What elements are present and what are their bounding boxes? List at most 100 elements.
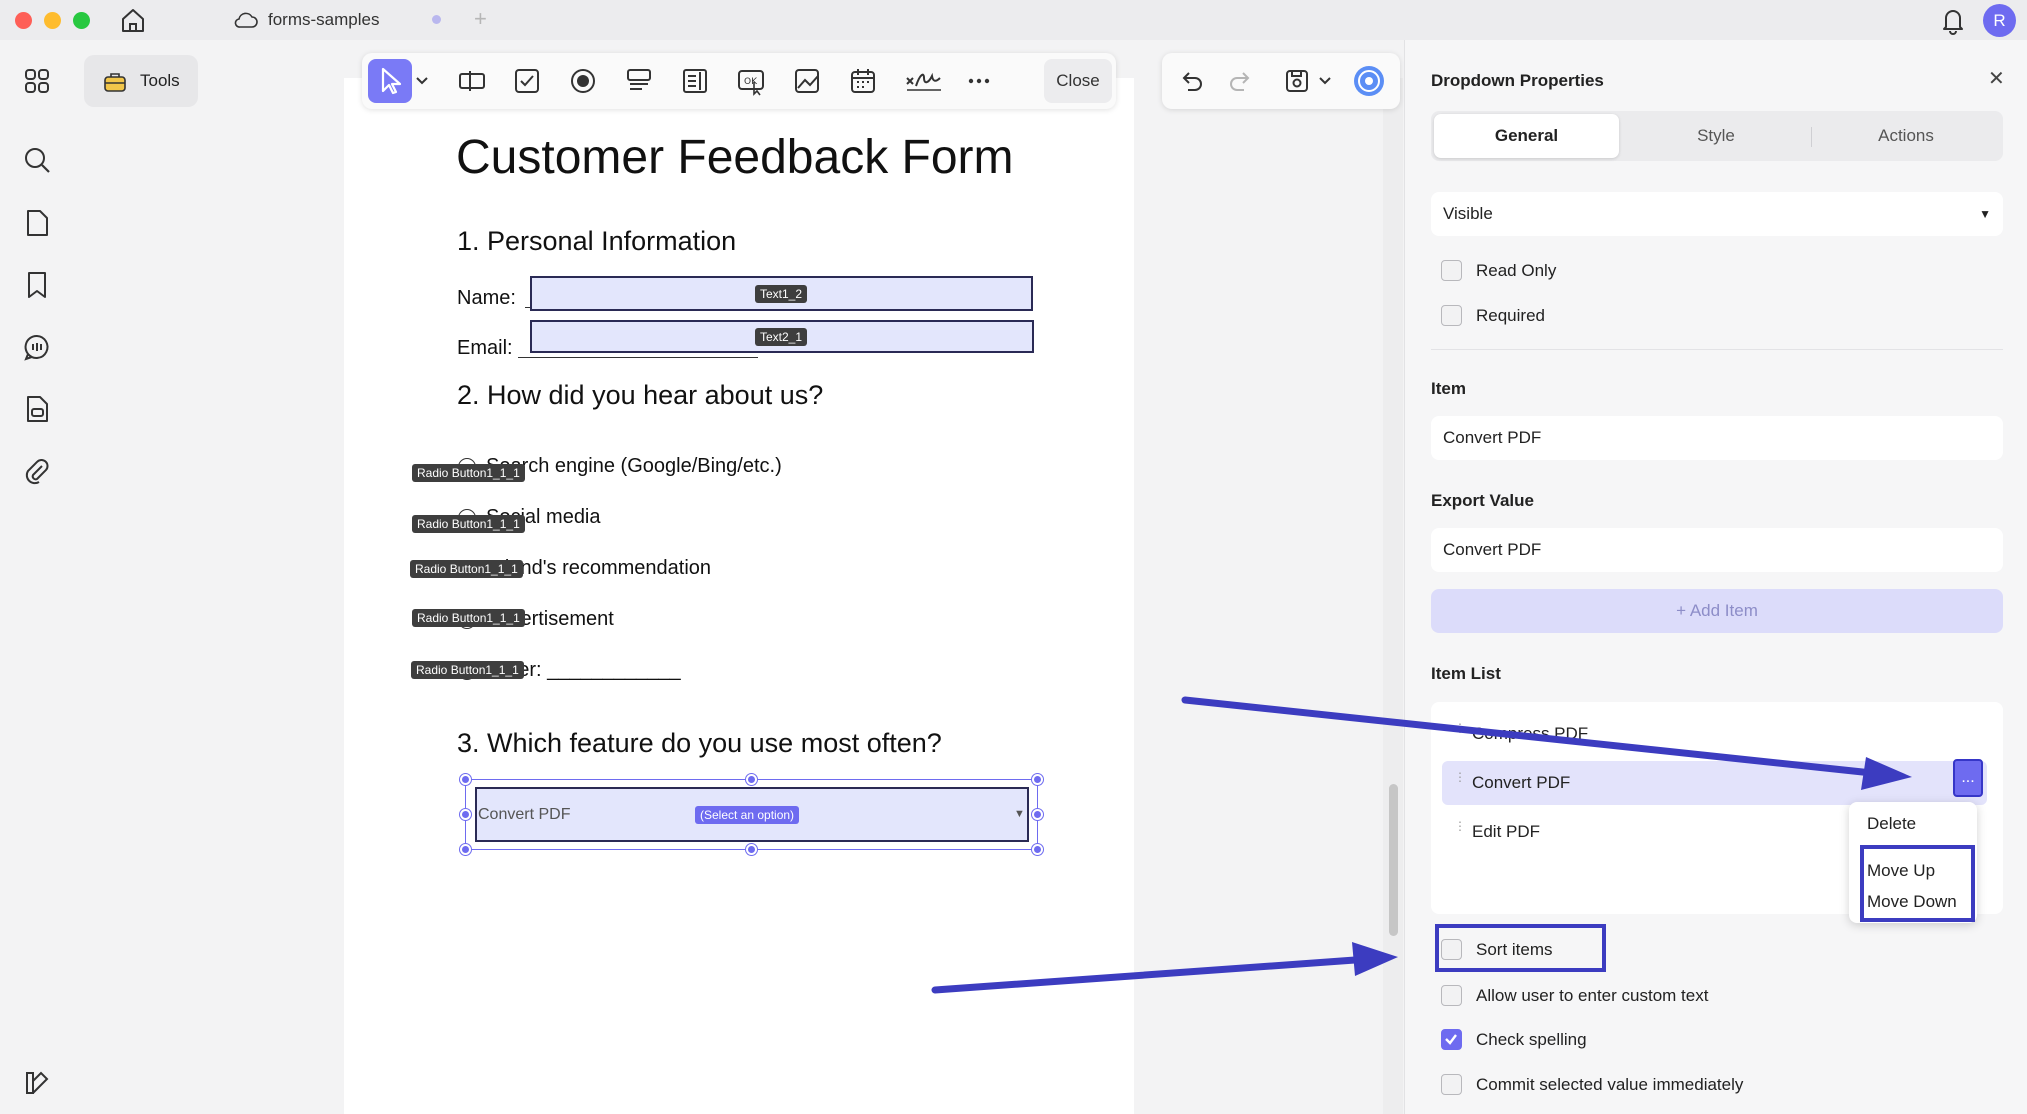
close-window-button[interactable] — [15, 12, 32, 29]
read-only-label: Read Only — [1476, 261, 1557, 280]
cloud-icon — [234, 12, 258, 28]
comment-icon[interactable] — [22, 332, 52, 362]
zoom-window-button[interactable] — [73, 12, 90, 29]
cursor-icon — [381, 67, 402, 95]
form-toolbar: OK Close — [362, 53, 1116, 109]
image-tool-icon[interactable] — [792, 66, 822, 96]
radio-option-label: Search engine (Google/Bing/etc.) — [486, 455, 782, 477]
signature-icon[interactable] — [904, 66, 944, 96]
select-caret-icon: ▼ — [1979, 207, 1991, 221]
sort-items-highlight-box — [1435, 924, 1606, 972]
drag-handle-icon[interactable]: ⋮ — [1454, 820, 1466, 832]
required-label: Required — [1476, 306, 1545, 325]
title-bar: forms-samples + R — [0, 0, 2027, 40]
menu-item-delete[interactable]: Delete — [1867, 814, 1916, 834]
radio-tool-icon[interactable] — [568, 66, 598, 96]
dropdown-field-tag: (Select an option) — [695, 806, 800, 824]
redo-icon[interactable] — [1226, 66, 1256, 96]
resize-handle[interactable] — [460, 774, 471, 785]
list-box-tool-icon[interactable] — [680, 66, 710, 96]
resize-handle[interactable] — [1032, 774, 1043, 785]
checkbox-tool-icon[interactable] — [512, 66, 542, 96]
more-icon[interactable] — [964, 66, 994, 96]
custom-text-checkbox[interactable] — [1441, 985, 1462, 1006]
radio-field-tag: Radio Button1_1_1 — [412, 464, 525, 482]
list-item[interactable]: ⋮ Compress PDF — [1442, 712, 1987, 756]
ai-assistant-icon[interactable] — [1352, 64, 1386, 98]
section-heading-feature: 3. Which feature do you use most often? — [457, 728, 942, 758]
tab-general[interactable]: General — [1434, 114, 1619, 158]
new-tab-button[interactable]: + — [474, 6, 487, 32]
resize-handle[interactable] — [460, 809, 471, 820]
list-item-label: Convert PDF — [1472, 773, 1571, 792]
vertical-scrollbar[interactable] — [1389, 784, 1398, 936]
svg-text:OK: OK — [744, 77, 758, 87]
check-spelling-label: Check spelling — [1476, 1030, 1587, 1049]
search-icon[interactable] — [22, 145, 52, 175]
email-underline — [518, 357, 758, 358]
drag-handle-icon[interactable]: ⋮ — [1454, 722, 1466, 734]
list-item-label: Edit PDF — [1472, 822, 1541, 841]
dropdown-caret-icon: ▼ — [1014, 808, 1025, 820]
left-sidebar — [0, 40, 74, 1114]
dropdown-tool-icon[interactable] — [624, 66, 654, 96]
drag-handle-icon[interactable]: ⋮ — [1454, 771, 1466, 783]
scroll-track — [1383, 78, 1403, 1114]
sidebar-toggle-icon[interactable] — [23, 1069, 51, 1097]
form-page-icon[interactable] — [22, 394, 52, 424]
commit-immediately-checkbox[interactable] — [1441, 1074, 1462, 1095]
save-icon[interactable] — [1282, 66, 1312, 96]
document-tab[interactable]: forms-samples — [234, 0, 379, 40]
add-item-button[interactable]: + Add Item — [1431, 589, 2003, 633]
calendar-icon[interactable] — [848, 66, 878, 96]
resize-handle[interactable] — [1032, 809, 1043, 820]
home-icon[interactable] — [118, 6, 148, 34]
visibility-select[interactable]: Visible ▼ — [1431, 192, 2003, 236]
page-icon[interactable] — [22, 208, 52, 238]
button-tool-icon[interactable]: OK — [736, 66, 766, 96]
chevron-down-icon[interactable] — [1317, 66, 1333, 96]
radio-field-tag: Radio Button1_1_1 — [410, 560, 523, 578]
list-item-selected[interactable]: ⋮ Convert PDF — [1442, 761, 1987, 805]
close-panel-icon[interactable]: ✕ — [1988, 66, 2005, 91]
resize-handle[interactable] — [460, 844, 471, 855]
name-field-tag: Text1_2 — [755, 285, 808, 303]
resize-handle[interactable] — [746, 774, 757, 785]
export-value-label: Export Value — [1431, 491, 1534, 510]
required-checkbox[interactable] — [1441, 305, 1462, 326]
tab-actions[interactable]: Actions — [1812, 114, 2000, 158]
tools-button[interactable]: Tools — [84, 55, 198, 107]
panel-title: Dropdown Properties — [1431, 71, 1604, 90]
section-heading-personal: 1. Personal Information — [457, 226, 737, 256]
text-field-tool-icon[interactable] — [457, 66, 487, 96]
select-tool-button[interactable] — [368, 59, 412, 103]
avatar[interactable]: R — [1983, 4, 2016, 37]
resize-handle[interactable] — [1032, 844, 1043, 855]
radio-field-tag: Radio Button1_1_1 — [412, 515, 525, 533]
panel-divider — [1431, 349, 2003, 350]
item-more-button[interactable]: ... — [1953, 759, 1983, 797]
section-heading-source: 2. How did you hear about us? — [457, 380, 824, 410]
move-highlight-box — [1860, 845, 1975, 922]
grid-icon[interactable] — [22, 66, 52, 96]
bell-icon[interactable] — [1939, 5, 1967, 35]
export-value-input[interactable]: Convert PDF — [1431, 528, 2003, 572]
chevron-down-icon[interactable] — [414, 66, 430, 96]
minimize-window-button[interactable] — [44, 12, 61, 29]
radio-field-tag: Radio Button1_1_1 — [412, 609, 525, 627]
email-field-tag: Text2_1 — [755, 328, 808, 346]
item-input[interactable]: Convert PDF — [1431, 416, 2003, 460]
undo-icon[interactable] — [1176, 66, 1206, 96]
close-toolbar-button[interactable]: Close — [1044, 59, 1112, 103]
toolbox-icon — [104, 73, 126, 92]
read-only-checkbox[interactable] — [1441, 260, 1462, 281]
tab-style[interactable]: Style — [1622, 114, 1810, 158]
unsaved-dot — [432, 15, 441, 24]
attachment-icon[interactable] — [22, 456, 52, 486]
checkmark-icon — [1445, 1034, 1457, 1045]
bookmark-icon[interactable] — [22, 270, 52, 300]
visibility-value: Visible — [1443, 204, 1493, 223]
commit-immediately-label: Commit selected value immediately — [1476, 1075, 1744, 1094]
check-spelling-checkbox[interactable] — [1441, 1029, 1462, 1050]
resize-handle[interactable] — [746, 844, 757, 855]
